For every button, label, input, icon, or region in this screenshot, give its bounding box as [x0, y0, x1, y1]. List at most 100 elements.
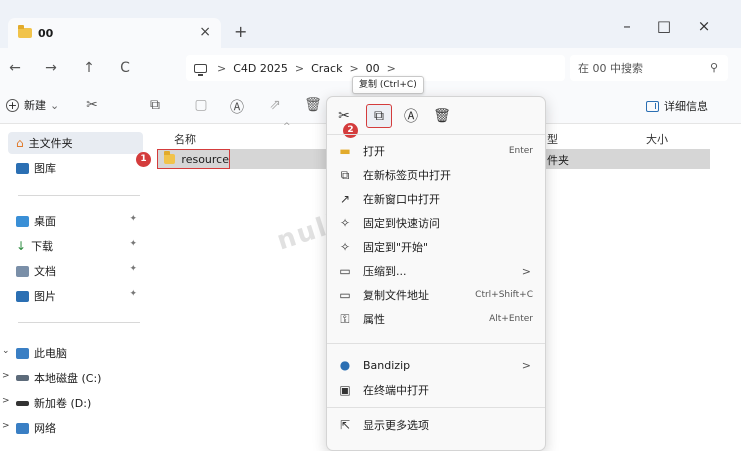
sidebar-item-drive-d[interactable]: > 新加卷 (D:) [2, 392, 143, 414]
menu-item-more-options[interactable]: ⇱ 显示更多选项 [327, 414, 545, 436]
tab-title: 00 [38, 26, 54, 40]
terminal-icon: ▣ [339, 383, 351, 397]
new-tab-button[interactable]: + [234, 22, 247, 41]
pin-icon: ✦ [129, 239, 137, 249]
bandizip-icon: ● [339, 358, 351, 372]
sidebar-item-label: 此电脑 [34, 347, 67, 360]
maximize-button[interactable]: □ [654, 17, 674, 35]
copy-icon[interactable]: ⧉ [146, 97, 164, 113]
sidebar-item-label: 文档 [34, 265, 56, 278]
sidebar-item-label: 下载 [31, 240, 54, 253]
pin-icon: ✦ [129, 264, 137, 274]
menu-item-open-new-tab[interactable]: ⧉ 在新标签页中打开 [327, 164, 545, 186]
gallery-icon [16, 162, 29, 174]
desktop-icon [16, 215, 29, 227]
menu-separator [327, 407, 545, 408]
documents-icon [16, 265, 29, 277]
tab-close-icon[interactable]: × [199, 24, 211, 40]
drive-icon [16, 400, 29, 406]
file-type-cell: 件夹 [547, 154, 569, 167]
step-badge-1: 1 [136, 152, 151, 167]
delete-icon[interactable]: 🗑 [429, 104, 455, 128]
monitor-icon [194, 63, 207, 76]
menu-item-open-terminal[interactable]: ▣ 在终端中打开 [327, 379, 545, 401]
minimize-button[interactable]: – [617, 17, 637, 35]
pin-icon: ✧ [339, 240, 351, 254]
menu-item-properties[interactable]: ⚿ 属性 Alt+Enter [327, 308, 545, 330]
tab-00[interactable]: 00 × [8, 18, 221, 48]
back-icon[interactable]: ← [6, 60, 24, 76]
menu-item-bandizip[interactable]: ● Bandizip > [327, 354, 545, 376]
chevron-right-icon[interactable]: > [2, 421, 10, 431]
chevron-right-icon[interactable]: > [2, 371, 10, 381]
sidebar-item-downloads[interactable]: ↓ 下载 ✦ [8, 235, 143, 257]
menu-item-compress[interactable]: ▭ 压缩到... > [327, 260, 545, 282]
paste-icon[interactable]: ▢ [192, 97, 210, 113]
sidebar-item-pictures[interactable]: 图片 ✦ [8, 285, 143, 307]
forward-icon[interactable]: → [42, 60, 60, 76]
pictures-icon [16, 290, 29, 302]
chevron-right-icon: > [521, 358, 531, 372]
file-name: resource [181, 152, 229, 166]
new-button[interactable]: + 新建 ⌄ [6, 97, 59, 113]
menu-item-pin-quick-access[interactable]: ✧ 固定到快速访问 [327, 212, 545, 234]
menu-separator [327, 343, 545, 344]
refresh-icon[interactable]: C [116, 60, 134, 76]
details-pane-icon [646, 100, 659, 112]
breadcrumb-separator: > [349, 61, 359, 75]
menu-separator [327, 134, 545, 135]
sidebar-divider [18, 195, 140, 196]
sidebar-item-documents[interactable]: 文档 ✦ [8, 260, 143, 282]
up-icon[interactable]: ↑ [80, 60, 98, 76]
sidebar-item-label: 桌面 [34, 215, 56, 228]
details-button[interactable]: 详细信息 [646, 98, 708, 114]
column-header-type[interactable]: 型 [547, 131, 558, 147]
search-input[interactable]: 在 00 中搜索 ⚲ [570, 55, 728, 81]
sidebar-item-desktop[interactable]: 桌面 ✦ [8, 210, 143, 232]
home-icon: ⌂ [16, 136, 24, 150]
drive-icon [16, 375, 29, 381]
cut-icon[interactable]: ✂ [83, 97, 101, 113]
new-window-icon: ↗ [339, 192, 351, 206]
folder-open-icon: ▬ [339, 144, 351, 158]
chevron-right-icon[interactable]: > [2, 396, 10, 406]
wrench-icon: ⚿ [340, 311, 350, 326]
rename-icon[interactable]: Ⓐ [398, 104, 424, 128]
sidebar-item-label: 本地磁盘 (C:) [34, 372, 102, 385]
sidebar-item-this-pc[interactable]: ⌄ 此电脑 [2, 342, 143, 364]
sort-caret-icon: ^ [283, 122, 291, 132]
search-icon: ⚲ [709, 61, 718, 74]
column-header-size[interactable]: 大小 [646, 131, 668, 147]
sidebar-item-label: 网络 [34, 422, 56, 435]
chevron-down-icon: ⌄ [50, 98, 60, 112]
chevron-right-icon: > [521, 264, 531, 278]
breadcrumb-separator: > [217, 61, 227, 75]
folder-icon [18, 25, 32, 38]
sidebar-item-label: 新加卷 (D:) [34, 397, 92, 410]
rename-icon[interactable]: Ⓐ [228, 97, 246, 117]
sidebar-item-home[interactable]: ⌂ 主文件夹 [8, 132, 143, 154]
delete-icon[interactable]: 🗑 [304, 97, 322, 113]
copy-tooltip: 复制 (Ctrl+C) [352, 76, 424, 94]
sidebar-item-drive-c[interactable]: > 本地磁盘 (C:) [2, 367, 143, 389]
breadcrumb-c4d[interactable]: C4D 2025 [233, 62, 288, 75]
breadcrumb-00[interactable]: 00 [366, 62, 380, 75]
sidebar-item-network[interactable]: > 网络 [2, 417, 143, 439]
sidebar-item-gallery[interactable]: 图库 [8, 157, 143, 179]
menu-item-open-new-window[interactable]: ↗ 在新窗口中打开 [327, 188, 545, 210]
breadcrumb-separator[interactable]: > [387, 62, 396, 75]
network-icon [16, 422, 29, 434]
share-icon[interactable]: ⇗ [266, 97, 284, 113]
column-header-name[interactable]: 名称 [174, 131, 196, 147]
menu-item-pin-start[interactable]: ✧ 固定到"开始" [327, 236, 545, 258]
breadcrumb-crack[interactable]: Crack [311, 62, 342, 75]
menu-item-open[interactable]: ▬ 打开 Enter [327, 140, 545, 162]
close-window-button[interactable]: × [694, 17, 714, 35]
file-resource[interactable]: resource [157, 149, 230, 169]
sidebar-item-label: 主文件夹 [28, 137, 73, 150]
archive-icon: ▭ [339, 264, 351, 278]
copy-icon[interactable]: ⧉ [366, 104, 392, 128]
chevron-down-icon[interactable]: ⌄ [2, 346, 10, 356]
menu-item-copy-path[interactable]: ▭ 复制文件地址 Ctrl+Shift+C [327, 284, 545, 306]
folder-icon [164, 151, 176, 164]
